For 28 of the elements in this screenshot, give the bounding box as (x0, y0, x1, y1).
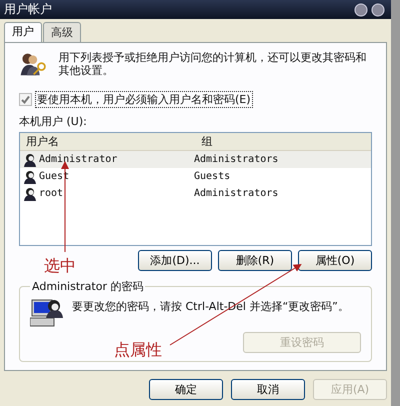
table-cell: Administrators (194, 154, 278, 165)
dialog-button[interactable]: 确定 (149, 379, 223, 400)
annotation-text: 点属性 (114, 340, 162, 361)
user-row[interactable]: Administrator Administrators (20, 151, 371, 168)
intro-text: 用下列表授予或拒绝用户访问您的计算机，还可以更改其密码和其他设置。 (58, 51, 368, 77)
column-header[interactable]: 组 (196, 134, 371, 149)
action-button[interactable]: 删除(R) (218, 250, 292, 271)
table-cell: Administrators (194, 188, 278, 199)
group-title: Administrator 的密码 (31, 279, 144, 294)
action-button[interactable]: 添加(D)... (138, 250, 212, 271)
table-cell-text: Administrator (39, 154, 118, 165)
checkbox[interactable] (19, 93, 32, 106)
checkbox-label: 要使用本机，用户必须输入用户名和密码(E) (35, 91, 253, 108)
user-icon (23, 186, 37, 200)
annotation-text: 选中 (44, 256, 76, 277)
dialog-button[interactable]: 取消 (231, 379, 305, 400)
table-cell-text: root (39, 188, 64, 199)
window-title: 用户帐户 (4, 1, 52, 18)
users-label: 本机用户 (U): (19, 114, 88, 129)
action-button[interactable]: 属性(O) (298, 250, 372, 271)
window-controls-icon (353, 2, 387, 16)
user-icon (23, 170, 37, 184)
table-cell: Guests (194, 171, 230, 182)
tab[interactable]: 用户 (4, 22, 42, 42)
tab[interactable]: 高级 (43, 22, 81, 42)
column-header[interactable]: 用户名 (20, 134, 196, 149)
user-row[interactable]: root Administrators (20, 185, 371, 202)
user-icon (23, 152, 37, 166)
